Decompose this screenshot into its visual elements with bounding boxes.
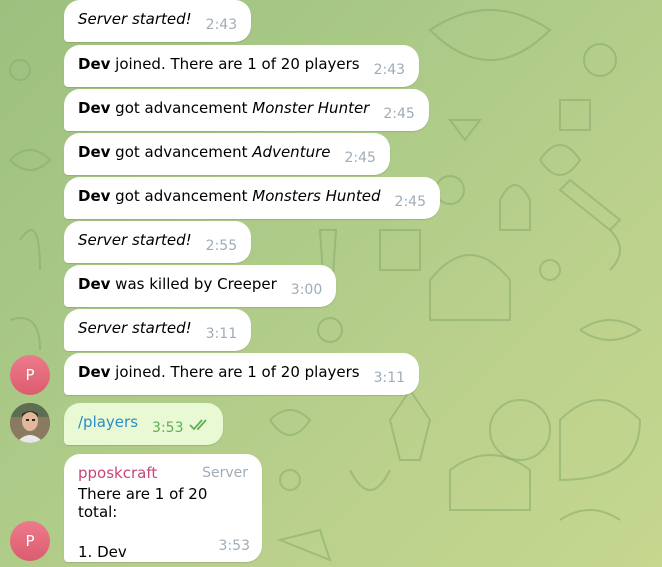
message-time: 3:11 — [205, 326, 238, 342]
bot-avatar[interactable]: P — [10, 521, 50, 561]
outgoing-message-bubble[interactable]: /players 3:53 — [64, 403, 224, 445]
message-text: Server started! — [78, 10, 192, 28]
message-bubble[interactable]: Server started! 3:11 — [64, 309, 252, 351]
message-text: Dev joined. There are 1 of 20 players — [78, 55, 360, 73]
avatar-initial: P — [25, 366, 35, 384]
message-text: Dev got advancement Monster Hunter — [78, 99, 370, 117]
message-bubble[interactable]: Dev joined. There are 1 of 20 players 2:4… — [64, 45, 420, 87]
message-bubble[interactable]: Server started! 2:55 — [64, 221, 252, 263]
message-time: 2:45 — [394, 194, 426, 210]
avatar-initial: P — [25, 532, 35, 550]
double-check-icon — [189, 417, 211, 435]
message-bubble[interactable]: Dev joined. There are 1 of 20 players 3:1… — [64, 353, 420, 395]
message-text: Dev got advancement Monsters Hunted — [78, 187, 381, 205]
reply-text-line: There are 1 of 20 total: — [78, 485, 208, 521]
command-link[interactable]: /players — [78, 413, 138, 431]
message-text: Server started! — [78, 231, 192, 249]
message-bubble[interactable]: Dev was killed by Creeper 3:00 — [64, 265, 337, 307]
bot-avatar[interactable]: P — [10, 355, 50, 395]
message-text: Dev got advancement Adventure — [78, 143, 331, 161]
message-text: Dev was killed by Creeper — [78, 275, 277, 293]
message-time: 3:00 — [290, 282, 323, 298]
message-time: 2:43 — [373, 62, 406, 78]
message-text: Server started! — [78, 319, 192, 337]
message-text: Dev joined. There are 1 of 20 players — [78, 363, 360, 381]
message-bubble[interactable]: Server started! 2:43 — [64, 0, 252, 42]
message-time: 3:11 — [373, 370, 406, 386]
message-bubble[interactable]: Dev got advancement Monster Hunter 2:45 — [64, 89, 429, 131]
message-time: 2:45 — [344, 150, 376, 166]
sender-role-label: Server — [202, 465, 248, 481]
message-time: 2:55 — [205, 238, 238, 254]
reply-message-bubble[interactable]: pposkcraft Server There are 1 of 20 tota… — [64, 454, 262, 562]
message-time: 2:43 — [205, 17, 238, 33]
message-time: 3:53 — [152, 420, 184, 436]
message-time: 3:53 — [218, 538, 250, 554]
message-time: 2:45 — [383, 106, 415, 122]
user-avatar-photo — [10, 403, 50, 443]
message-bubble[interactable]: Dev got advancement Adventure 2:45 — [64, 133, 390, 175]
message-bubble[interactable]: Dev got advancement Monsters Hunted 2:45 — [64, 177, 440, 219]
user-avatar[interactable] — [10, 403, 50, 443]
